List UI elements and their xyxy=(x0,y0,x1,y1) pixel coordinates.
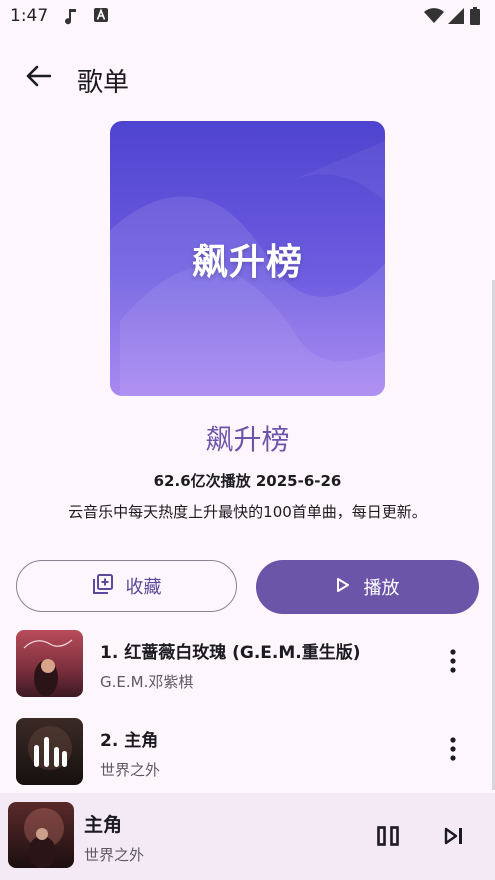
song-title: 2. 主角 xyxy=(100,731,159,751)
equalizer-icon xyxy=(16,718,83,785)
song-artist: 世界之外 xyxy=(100,761,161,779)
top-app-bar: 歌单 xyxy=(0,50,495,106)
play-label: 播放 xyxy=(363,578,400,599)
song-artist: G.E.M.邓紫棋 xyxy=(100,673,194,691)
playlist-name: 飙升榜 xyxy=(205,423,290,456)
song-title: 1. 红蔷薇白玫瑰 (G.E.M.重生版) xyxy=(100,643,361,663)
arrow-back-icon xyxy=(25,65,52,91)
cover-title: 飙升榜 xyxy=(191,242,303,283)
song-cover-image xyxy=(16,630,83,697)
more-vert-icon xyxy=(450,737,456,765)
playlist-cover: 飙升榜 xyxy=(110,121,385,396)
status-time: 1:47 xyxy=(10,6,49,26)
page-title: 歌单 xyxy=(77,68,130,98)
wifi-icon xyxy=(424,8,444,28)
song-more-button[interactable] xyxy=(438,648,468,678)
song-more-button[interactable] xyxy=(438,736,468,766)
playlist-description: 云音乐中每天热度上升最快的100首单曲，每日更新。 xyxy=(68,503,427,521)
now-playing-cover xyxy=(8,802,74,868)
play-icon xyxy=(336,577,350,598)
music-note-icon xyxy=(64,7,78,29)
skip-next-icon xyxy=(444,827,464,849)
signal-icon xyxy=(448,8,464,28)
battery-icon xyxy=(470,7,480,29)
playlist-stats: 62.6亿次播放 2025-6-26 xyxy=(153,472,342,490)
status-bar: 1:47 xyxy=(0,0,495,34)
play-all-button[interactable]: 播放 xyxy=(256,560,479,614)
skip-next-button[interactable] xyxy=(438,822,470,854)
now-playing-artist: 世界之外 xyxy=(84,846,145,864)
library-add-icon xyxy=(92,573,114,600)
song-cover-image xyxy=(16,718,83,785)
collect-label: 收藏 xyxy=(125,577,162,598)
song-list-item[interactable]: 1. 红蔷薇白玫瑰 (G.E.M.重生版) G.E.M.邓紫棋 xyxy=(0,630,495,710)
mini-player[interactable]: 主角 世界之外 xyxy=(0,793,495,880)
back-button[interactable] xyxy=(20,60,56,96)
pause-button[interactable] xyxy=(372,822,404,854)
font-a-icon xyxy=(93,7,109,27)
song-list-item[interactable]: 2. 主角 世界之外 xyxy=(0,718,495,798)
pause-icon xyxy=(377,826,399,850)
collect-button[interactable]: 收藏 xyxy=(16,560,237,612)
more-vert-icon xyxy=(450,649,456,677)
now-playing-title: 主角 xyxy=(84,814,123,836)
